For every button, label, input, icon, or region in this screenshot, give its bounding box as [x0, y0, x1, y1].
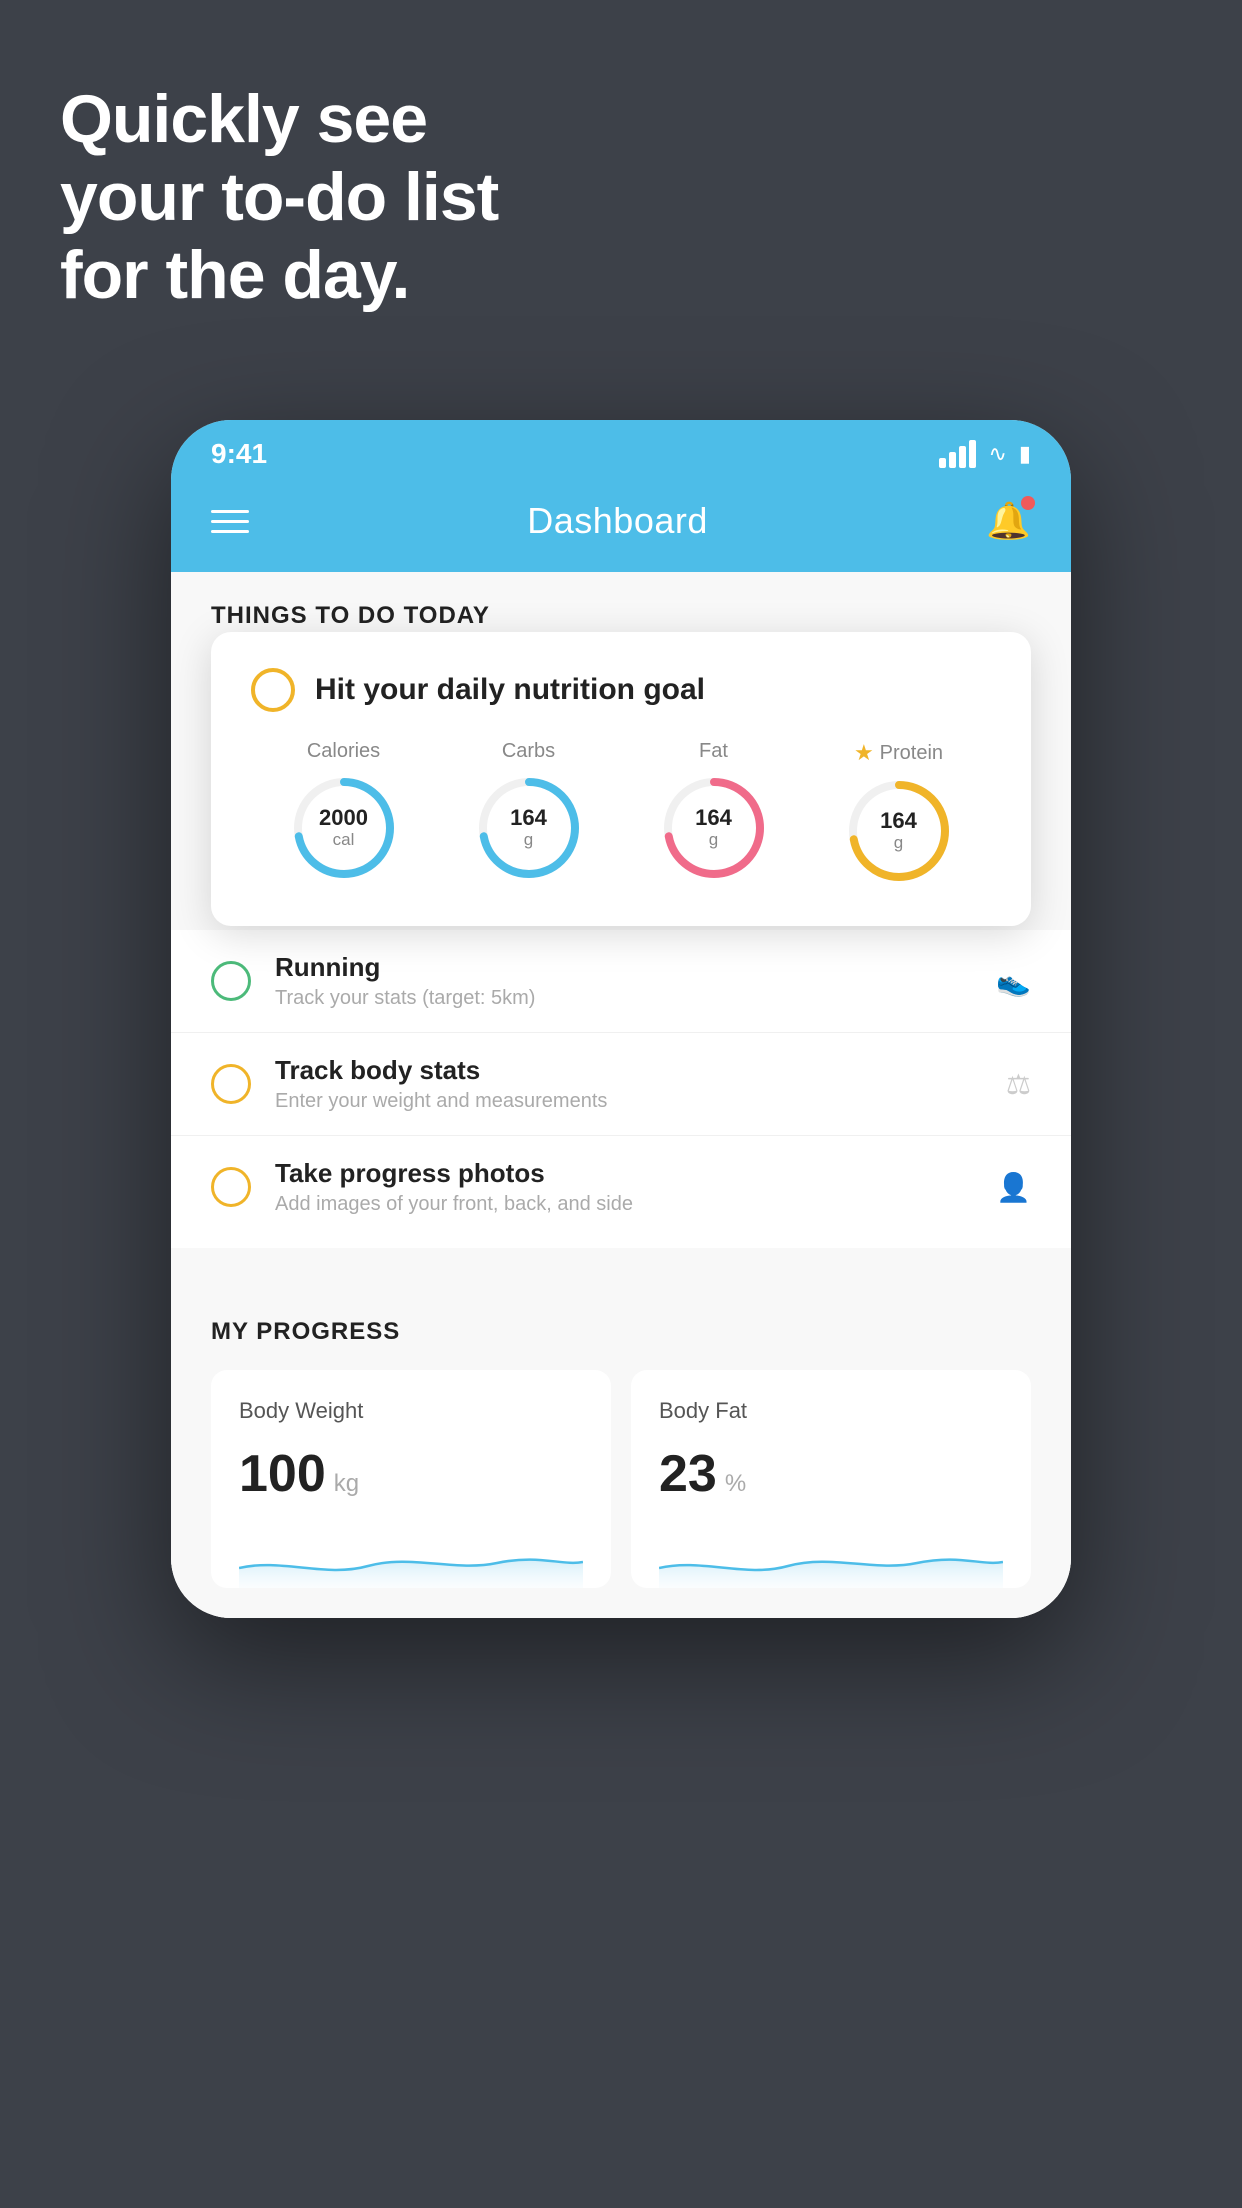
- list-item-subtitle: Track your stats (target: 5km): [275, 987, 972, 1010]
- list-item-title: Take progress photos: [275, 1158, 972, 1189]
- ring-label: 164 g: [880, 809, 917, 853]
- list-item-circle: [211, 1064, 251, 1104]
- status-icons: ∿ ▮: [939, 440, 1031, 468]
- card-check-circle: [251, 668, 295, 712]
- wave-chart: [659, 1528, 1003, 1588]
- card-title: Hit your daily nutrition goal: [315, 673, 705, 707]
- nutrition-item-fat: Fat 164 g: [659, 740, 769, 883]
- nutrition-label-protein: ★Protein: [854, 740, 943, 766]
- wifi-icon: ∿: [988, 441, 1006, 467]
- nutrition-row: Calories 2000 cal Carbs 164 g Fat 164 g …: [251, 740, 991, 886]
- progress-card: Body Weight 100 kg: [211, 1370, 611, 1588]
- list-item-icon: 👤: [996, 1171, 1031, 1204]
- nutrition-item-protein: ★Protein 164 g: [844, 740, 954, 886]
- progress-title: MY PROGRESS: [211, 1318, 1031, 1346]
- list-item-title: Track body stats: [275, 1055, 982, 1086]
- ring-fat: 164 g: [659, 773, 769, 883]
- list-item[interactable]: Take progress photos Add images of your …: [171, 1136, 1071, 1238]
- menu-button[interactable]: [211, 510, 249, 533]
- battery-icon: ▮: [1019, 441, 1031, 467]
- progress-card-title: Body Fat: [659, 1398, 1003, 1424]
- signal-icon: [939, 440, 976, 468]
- app-header: Dashboard 🔔: [171, 480, 1071, 572]
- todo-list: Running Track your stats (target: 5km) 👟…: [171, 930, 1071, 1248]
- list-item-text: Running Track your stats (target: 5km): [275, 952, 972, 1010]
- hero-line1: Quickly see: [60, 80, 498, 158]
- main-content: THINGS TO DO TODAY Hit your daily nutrit…: [171, 572, 1071, 1618]
- ring-calories: 2000 cal: [289, 773, 399, 883]
- list-item[interactable]: Running Track your stats (target: 5km) 👟: [171, 930, 1071, 1033]
- progress-unit: %: [725, 1470, 746, 1498]
- hero-text: Quickly see your to-do list for the day.: [60, 80, 498, 315]
- hero-line3: for the day.: [60, 236, 498, 314]
- header-title: Dashboard: [527, 500, 708, 542]
- list-item-title: Running: [275, 952, 972, 983]
- list-item-subtitle: Add images of your front, back, and side: [275, 1193, 972, 1216]
- list-item-icon: ⚖: [1006, 1068, 1031, 1101]
- notification-badge: [1021, 496, 1035, 510]
- nutrition-item-carbs: Carbs 164 g: [474, 740, 584, 883]
- list-item-circle: [211, 1167, 251, 1207]
- ring-label: 164 g: [510, 806, 547, 850]
- progress-number: 100: [239, 1444, 326, 1504]
- nutrition-label-fat: Fat: [699, 740, 728, 763]
- progress-value-row: 23 %: [659, 1444, 1003, 1504]
- progress-card-title: Body Weight: [239, 1398, 583, 1424]
- ring-label: 2000 cal: [319, 806, 368, 850]
- list-item-icon: 👟: [996, 965, 1031, 998]
- progress-number: 23: [659, 1444, 717, 1504]
- progress-cards: Body Weight 100 kg Body Fat 23 %: [211, 1370, 1031, 1588]
- ring-carbs: 164 g: [474, 773, 584, 883]
- hero-line2: your to-do list: [60, 158, 498, 236]
- notification-button[interactable]: 🔔: [986, 500, 1031, 542]
- status-time: 9:41: [211, 438, 267, 470]
- list-item-circle: [211, 961, 251, 1001]
- progress-unit: kg: [334, 1470, 359, 1498]
- wave-chart: [239, 1528, 583, 1588]
- list-item-text: Track body stats Enter your weight and m…: [275, 1055, 982, 1113]
- phone-mockup: 9:41 ∿ ▮ Dashboard 🔔 THINGS TO DO TODAY: [171, 420, 1071, 1618]
- progress-value-row: 100 kg: [239, 1444, 583, 1504]
- ring-label: 164 g: [695, 806, 732, 850]
- progress-section: MY PROGRESS Body Weight 100 kg Body: [171, 1298, 1071, 1618]
- progress-card: Body Fat 23 %: [631, 1370, 1031, 1588]
- nutrition-card: Hit your daily nutrition goal Calories 2…: [211, 632, 1031, 926]
- nutrition-label-calories: Calories: [307, 740, 380, 763]
- nutrition-label-carbs: Carbs: [502, 740, 555, 763]
- list-item-text: Take progress photos Add images of your …: [275, 1158, 972, 1216]
- nutrition-item-calories: Calories 2000 cal: [289, 740, 399, 883]
- card-title-row: Hit your daily nutrition goal: [251, 668, 991, 712]
- list-item-subtitle: Enter your weight and measurements: [275, 1090, 982, 1113]
- spacer: [171, 1248, 1071, 1298]
- status-bar: 9:41 ∿ ▮: [171, 420, 1071, 480]
- list-item[interactable]: Track body stats Enter your weight and m…: [171, 1033, 1071, 1136]
- ring-protein: 164 g: [844, 776, 954, 886]
- star-icon: ★: [854, 740, 874, 766]
